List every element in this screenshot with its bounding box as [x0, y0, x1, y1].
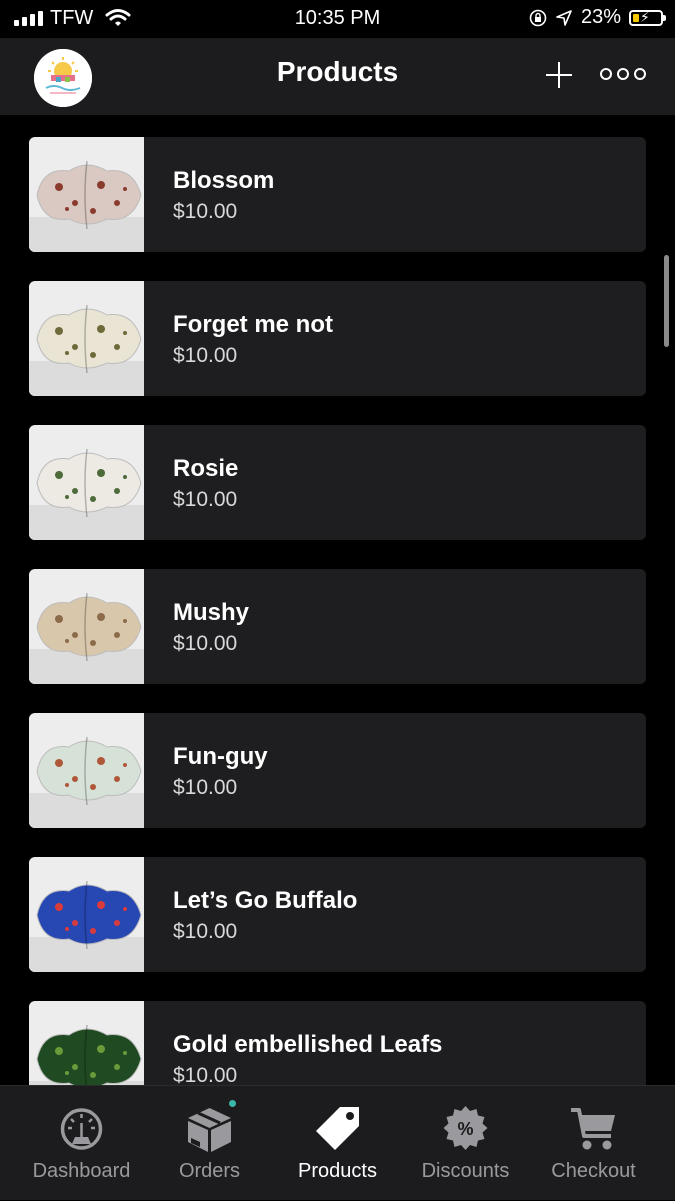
product-thumbnail [29, 425, 144, 540]
bottom-tab-bar: Dashboard Orders Products % Discounts Ch… [0, 1085, 675, 1200]
product-thumbnail [29, 137, 144, 252]
tab-label: Products [298, 1160, 377, 1182]
status-indicators: 23% ⚡ [529, 6, 666, 29]
tab-label: Dashboard [32, 1160, 131, 1182]
tab-label: Checkout [551, 1160, 636, 1182]
product-name: Gold embellished Leafs [173, 1031, 443, 1058]
tab-label: Orders [178, 1160, 241, 1182]
product-name: Blossom [173, 167, 275, 194]
product-card[interactable]: Forget me not $10.00 [29, 281, 646, 396]
percent-badge-icon: % [443, 1106, 488, 1150]
product-card[interactable]: Blossom $10.00 [29, 137, 646, 252]
product-name: Fun-guy [173, 743, 268, 770]
product-thumbnail [29, 713, 144, 828]
product-name: Mushy [173, 599, 250, 626]
product-name: Rosie [173, 455, 239, 482]
product-card[interactable]: Let’s Go Buffalo $10.00 [29, 857, 646, 972]
product-price: $10.00 [173, 200, 238, 223]
scrollbar[interactable] [664, 255, 669, 347]
product-thumbnail [29, 281, 144, 396]
product-card[interactable]: Mushy $10.00 [29, 569, 646, 684]
product-card[interactable]: Rosie $10.00 [29, 425, 646, 540]
product-name: Forget me not [173, 311, 333, 338]
product-price: $10.00 [173, 488, 238, 511]
product-thumbnail [29, 1001, 144, 1085]
tag-icon [316, 1107, 359, 1150]
product-price: $10.00 [173, 344, 238, 367]
status-bar: TFW 10:35 PM 23% ⚡ [0, 0, 675, 38]
svg-text:%: % [457, 1119, 473, 1139]
notification-dot [229, 1100, 236, 1107]
tab-discounts[interactable]: % Discounts [398, 1086, 533, 1201]
gauge-icon [60, 1108, 103, 1150]
tab-dashboard[interactable]: Dashboard [14, 1086, 149, 1201]
product-thumbnail [29, 857, 144, 972]
product-name: Let’s Go Buffalo [173, 887, 358, 914]
rotation-lock-icon [529, 9, 547, 26]
add-product-button[interactable] [544, 60, 574, 90]
product-card[interactable]: Gold embellished Leafs $10.00 [29, 1001, 646, 1085]
tab-checkout[interactable]: Checkout [526, 1086, 661, 1201]
product-price: $10.00 [173, 776, 238, 799]
tab-products[interactable]: Products [270, 1086, 405, 1201]
box-icon [188, 1108, 231, 1152]
battery-percent: 23% [580, 6, 621, 28]
top-nav-bar: Products [0, 38, 675, 115]
product-list[interactable]: Blossom $10.00 Forget me not $10.00 Rosie $10… [0, 115, 675, 1085]
battery-icon: ⚡ [629, 9, 666, 26]
tab-orders[interactable]: Orders [142, 1086, 277, 1201]
more-options-button[interactable] [600, 68, 646, 80]
product-thumbnail [29, 569, 144, 684]
product-price: $10.00 [173, 920, 238, 943]
product-price: $10.00 [173, 1064, 238, 1085]
tab-label: Discounts [421, 1160, 510, 1182]
product-card[interactable]: Fun-guy $10.00 [29, 713, 646, 828]
location-arrow-icon [556, 9, 572, 26]
cart-icon [571, 1108, 615, 1150]
product-price: $10.00 [173, 632, 238, 655]
